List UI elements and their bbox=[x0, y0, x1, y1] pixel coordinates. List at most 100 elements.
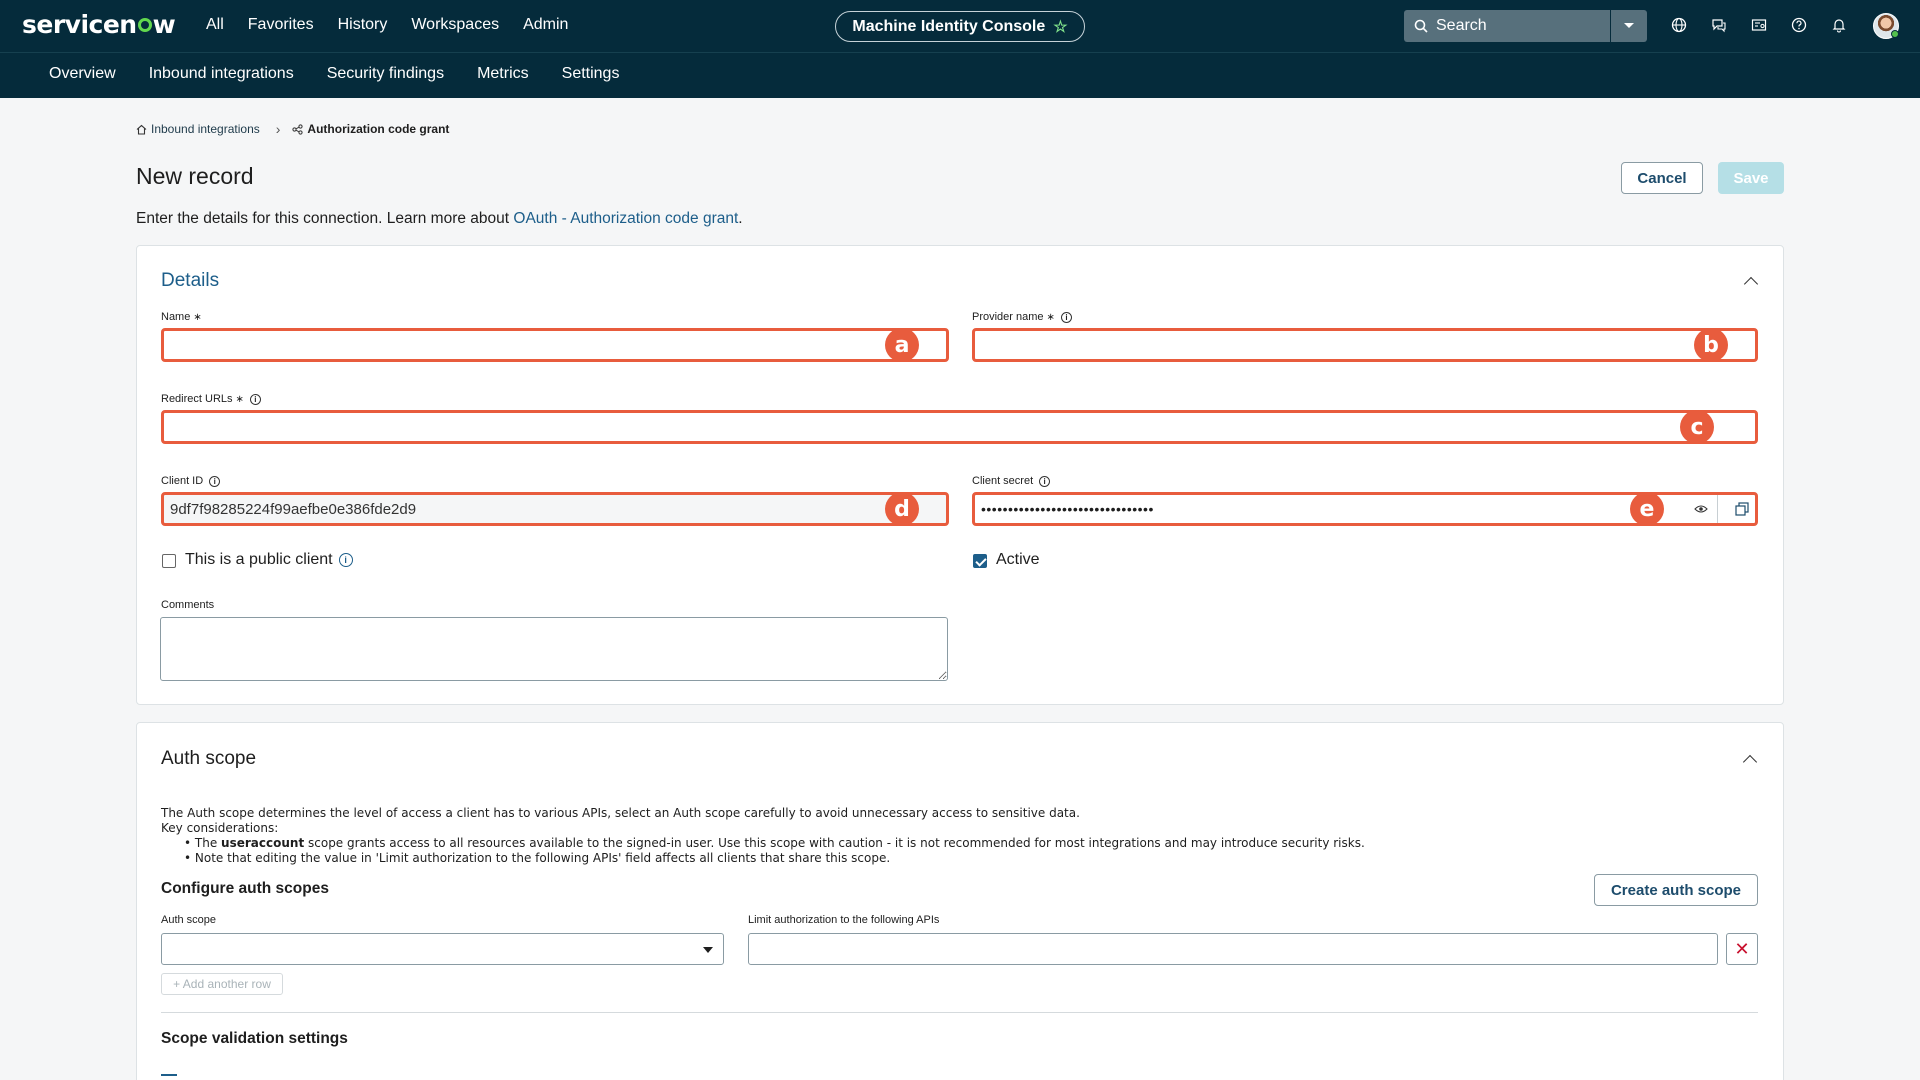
info-icon[interactable]: i bbox=[249, 393, 261, 405]
section-divider bbox=[161, 1012, 1758, 1013]
client-secret-value: •••••••••••••••••••••••••••••••• bbox=[981, 501, 1154, 517]
nav-all[interactable]: All bbox=[206, 16, 224, 34]
required-mark: ∗ bbox=[1046, 311, 1055, 323]
id-card-icon[interactable] bbox=[1748, 14, 1770, 36]
home-icon bbox=[136, 124, 147, 135]
add-another-row-button[interactable]: + Add another row bbox=[161, 973, 283, 995]
redirect-label-text: Redirect URLs bbox=[161, 393, 233, 405]
online-status-dot bbox=[1891, 30, 1899, 38]
annotation-badge-c: c bbox=[1680, 410, 1714, 444]
consideration-bullet-2: • Note that editing the value in 'Limit … bbox=[184, 851, 891, 865]
sub-nav: Overview Inbound integrations Security f… bbox=[0, 52, 1920, 98]
console-title-pill[interactable]: Machine Identity Console ☆ bbox=[835, 11, 1085, 42]
chevron-right-icon: › bbox=[275, 121, 281, 137]
subnav-security-findings[interactable]: Security findings bbox=[327, 65, 444, 83]
public-client-checkbox[interactable] bbox=[162, 554, 176, 568]
provider-name-label: Provider name ∗ i bbox=[972, 311, 1072, 323]
comments-textarea[interactable] bbox=[160, 617, 948, 681]
auth-scope-select[interactable] bbox=[161, 933, 724, 965]
close-icon: ✕ bbox=[1734, 938, 1750, 959]
scope-validation-checkbox[interactable] bbox=[161, 1074, 177, 1080]
client-secret-label: Client secret i bbox=[972, 475, 1051, 487]
auth-scope-title: Auth scope bbox=[161, 748, 257, 769]
subnav-settings[interactable]: Settings bbox=[562, 65, 620, 83]
details-title: Details bbox=[161, 270, 220, 291]
breadcrumb: Inbound integrations › Authorization cod… bbox=[136, 121, 449, 137]
nav-admin[interactable]: Admin bbox=[523, 16, 568, 34]
subnav-inbound-integrations[interactable]: Inbound integrations bbox=[149, 65, 294, 83]
provider-name-input[interactable] bbox=[981, 336, 1755, 354]
configure-auth-scopes-heading: Configure auth scopes bbox=[161, 880, 329, 897]
redirect-urls-label: Redirect URLs ∗ i bbox=[161, 393, 261, 405]
bell-icon[interactable] bbox=[1828, 14, 1850, 36]
cancel-button[interactable]: Cancel bbox=[1621, 162, 1703, 194]
oauth-doc-link[interactable]: OAuth - Authorization code grant bbox=[513, 210, 738, 227]
info-icon[interactable]: i bbox=[338, 553, 353, 567]
chevron-down-icon bbox=[1624, 23, 1634, 28]
client-id-value: 9df7f98285224f99aefbe0e386fde2d9 bbox=[170, 500, 417, 518]
required-mark: ∗ bbox=[193, 311, 202, 323]
auth-scope-card bbox=[136, 722, 1784, 1080]
info-icon[interactable]: i bbox=[209, 475, 221, 487]
chat-icon[interactable] bbox=[1708, 14, 1730, 36]
intro-text: Enter the details for this connection. L… bbox=[136, 210, 743, 228]
intro-text-tail: . bbox=[738, 210, 743, 227]
redirect-urls-input[interactable] bbox=[170, 418, 1755, 436]
auth-scope-label: Auth scope bbox=[161, 914, 217, 926]
name-field[interactable] bbox=[161, 328, 949, 362]
global-search[interactable]: Search bbox=[1404, 10, 1610, 42]
console-title: Machine Identity Console bbox=[852, 17, 1046, 35]
required-mark: ∗ bbox=[235, 393, 244, 405]
dropdown-arrow-icon bbox=[703, 947, 713, 953]
search-placeholder: Search bbox=[1436, 17, 1487, 34]
share-nodes-icon bbox=[292, 123, 304, 135]
nav-workspaces[interactable]: Workspaces bbox=[411, 16, 499, 34]
annotation-badge-a: a bbox=[885, 328, 919, 362]
bullet1-pre: The bbox=[194, 836, 222, 850]
name-input[interactable] bbox=[170, 336, 946, 354]
annotation-badge-d: d bbox=[885, 492, 919, 526]
redirect-urls-field[interactable] bbox=[161, 410, 1758, 444]
breadcrumb-current: Authorization code grant bbox=[307, 122, 450, 136]
limit-apis-input[interactable] bbox=[748, 933, 1718, 965]
info-icon[interactable]: i bbox=[1039, 475, 1051, 487]
client-secret-label-text: Client secret bbox=[972, 475, 1034, 487]
client-id-field[interactable]: 9df7f98285224f99aefbe0e386fde2d9 bbox=[161, 492, 949, 526]
auth-scope-description: The Auth scope determines the level of a… bbox=[161, 806, 1080, 820]
annotation-badge-e: e bbox=[1630, 492, 1664, 526]
info-icon[interactable]: i bbox=[1060, 311, 1072, 323]
public-client-label: This is a public client i bbox=[185, 551, 353, 569]
search-icon bbox=[1414, 19, 1428, 33]
search-scope-dropdown[interactable] bbox=[1611, 10, 1647, 42]
name-label-text: Name bbox=[161, 311, 191, 323]
provider-name-field[interactable] bbox=[972, 328, 1758, 362]
copy-icon[interactable] bbox=[1731, 500, 1753, 518]
nav-history[interactable]: History bbox=[338, 16, 388, 34]
delete-row-button[interactable]: ✕ bbox=[1726, 933, 1758, 965]
bullet2-text: Note that editing the value in 'Limit au… bbox=[194, 851, 891, 865]
public-client-label-text: This is a public client bbox=[185, 551, 333, 568]
scope-validation-heading: Scope validation settings bbox=[161, 1030, 348, 1047]
page-title: New record bbox=[136, 163, 254, 189]
comments-label: Comments bbox=[161, 599, 215, 611]
servicenow-logo[interactable]: servicen w bbox=[22, 10, 176, 39]
help-icon[interactable] bbox=[1788, 14, 1810, 36]
save-button[interactable]: Save bbox=[1718, 162, 1784, 194]
nav-favorites[interactable]: Favorites bbox=[248, 16, 314, 34]
client-id-label-text: Client ID bbox=[161, 475, 204, 487]
subnav-metrics[interactable]: Metrics bbox=[477, 65, 529, 83]
subnav-overview[interactable]: Overview bbox=[49, 65, 116, 83]
annotation-badge-b: b bbox=[1694, 328, 1728, 362]
header-icons bbox=[1668, 14, 1850, 36]
bullet1-bold: useraccount bbox=[221, 836, 305, 850]
consideration-bullet-1: • The useraccount scope grants access to… bbox=[184, 836, 1365, 850]
eye-icon[interactable] bbox=[1690, 500, 1712, 518]
active-checkbox[interactable] bbox=[973, 554, 987, 568]
globe-icon[interactable] bbox=[1668, 14, 1690, 36]
name-label: Name ∗ bbox=[161, 311, 202, 323]
create-auth-scope-button[interactable]: Create auth scope bbox=[1594, 874, 1758, 906]
bullet1-post: scope grants access to all resources ava… bbox=[304, 836, 1365, 850]
intro-text-body: Enter the details for this connection. L… bbox=[136, 210, 514, 227]
star-icon[interactable]: ☆ bbox=[1053, 17, 1067, 37]
breadcrumb-parent[interactable]: Inbound integrations bbox=[151, 122, 260, 136]
